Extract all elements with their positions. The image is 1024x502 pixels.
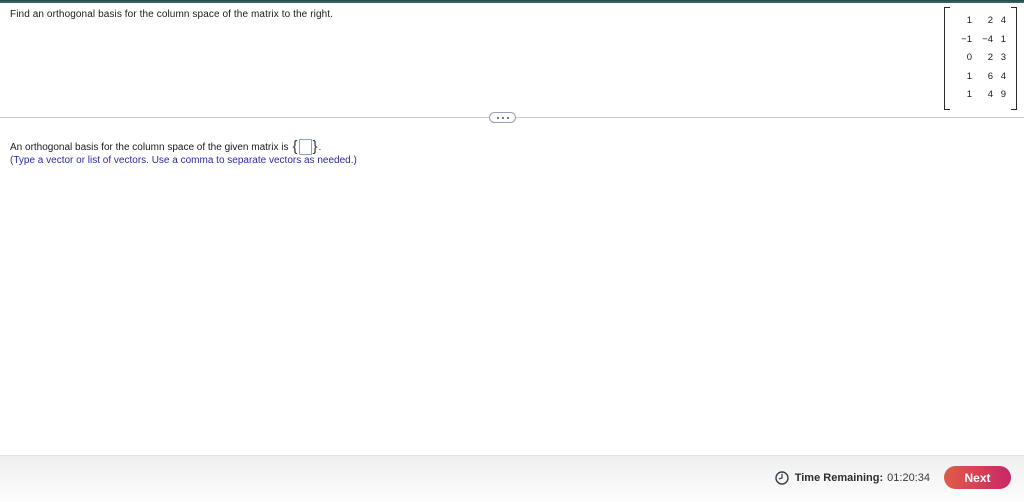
- matrix-cell: 4: [1000, 70, 1006, 82]
- matrix-cell: −1: [961, 33, 972, 45]
- matrix-cell: 3: [1000, 52, 1006, 63]
- matrix-cell: 4: [987, 89, 993, 100]
- matrix-right-bracket: [1011, 7, 1017, 110]
- matrix-cell: 0: [966, 52, 972, 63]
- splitter-dots-icon: [501, 116, 504, 119]
- matrix-cell: 2: [987, 15, 993, 26]
- matrix-cell: 6: [987, 70, 993, 82]
- matrix-cell: −4: [982, 33, 993, 45]
- top-accent-bar: [0, 0, 1024, 3]
- footer-right-group: Time Remaining: 01:20:34 Next: [775, 466, 1011, 489]
- time-remaining-value: 01:20:34: [887, 471, 930, 484]
- matrix-cell: 9: [1000, 89, 1006, 100]
- answer-suffix-text: .: [318, 141, 322, 153]
- open-brace: {: [292, 138, 298, 155]
- splitter-dots-icon: [506, 116, 509, 119]
- answer-prefix-text: An orthogonal basis for the column space…: [10, 141, 289, 153]
- next-button[interactable]: Next: [944, 466, 1011, 489]
- answer-statement: An orthogonal basis for the column space…: [10, 138, 321, 156]
- answer-input[interactable]: [298, 139, 312, 155]
- matrix-cell: 4: [1000, 15, 1006, 26]
- time-remaining-label: Time Remaining:: [794, 471, 884, 484]
- matrix-cell: 2: [987, 52, 993, 63]
- clock-icon: [775, 470, 789, 485]
- splitter-drag-handle[interactable]: [489, 112, 516, 123]
- matrix-cell: 1: [966, 89, 972, 100]
- matrix-cell: 1: [1000, 33, 1006, 45]
- answer-hint-text: (Type a vector or list of vectors. Use a…: [10, 155, 357, 166]
- matrix-cell: 1: [966, 15, 972, 26]
- matrix-cell: 1: [966, 70, 972, 82]
- matrix-grid: 1 2 4 −1 −4 1 0 2 3 1 6 4 1 4 9: [950, 7, 1011, 110]
- question-text: Find an orthogonal basis for the column …: [10, 9, 334, 20]
- footer-bar: Time Remaining: 01:20:34 Next: [0, 455, 1024, 502]
- matrix: 1 2 4 −1 −4 1 0 2 3 1 6 4 1 4 9: [944, 7, 1017, 110]
- splitter-dots-icon: [496, 116, 499, 119]
- close-brace: }: [312, 138, 318, 155]
